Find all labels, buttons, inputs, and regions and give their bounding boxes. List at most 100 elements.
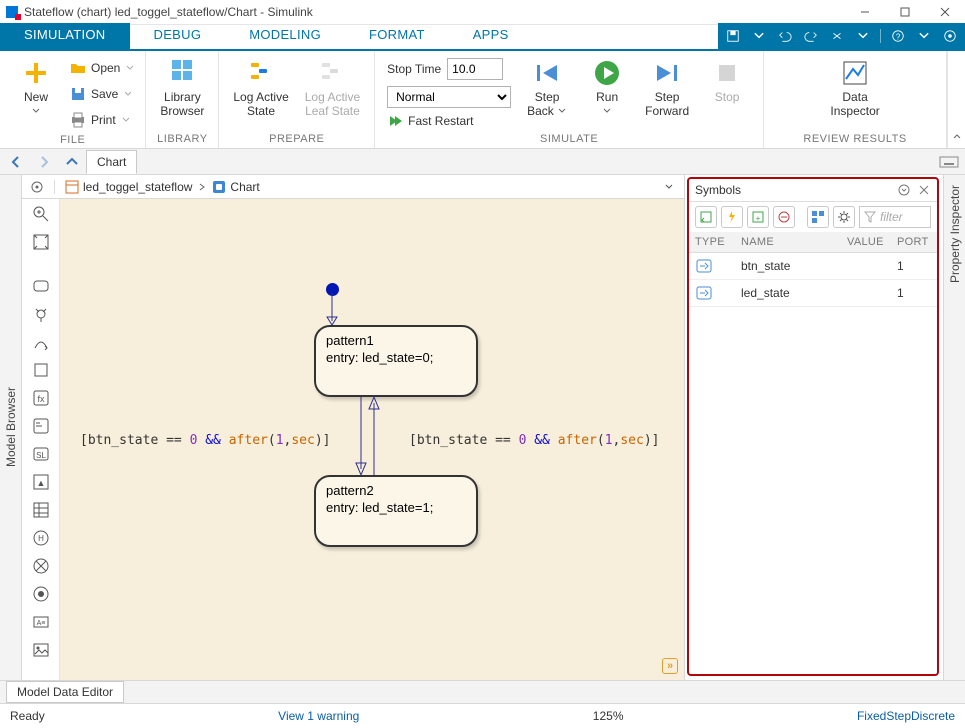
palette-zoom-icon[interactable] bbox=[32, 205, 50, 223]
panel-options-icon[interactable] bbox=[897, 183, 911, 197]
tab-debug[interactable]: DEBUG bbox=[130, 23, 226, 49]
status-solver[interactable]: FixedStepDiscrete bbox=[857, 709, 955, 723]
transition-up[interactable] bbox=[368, 397, 380, 477]
library-browser-button[interactable]: LibraryBrowser bbox=[152, 55, 212, 118]
log-active-state-button[interactable]: Log ActiveState bbox=[225, 55, 296, 118]
breadcrumb-sep-icon bbox=[198, 180, 206, 194]
palette-image-icon[interactable] bbox=[32, 641, 50, 659]
undo-icon[interactable] bbox=[776, 27, 794, 45]
breadcrumb-target-icon[interactable] bbox=[26, 177, 48, 197]
breadcrumb-chart[interactable]: Chart bbox=[208, 178, 263, 196]
tab-format[interactable]: FORMAT bbox=[345, 23, 449, 49]
symbols-event-icon[interactable] bbox=[721, 206, 743, 228]
breadcrumb-caret[interactable] bbox=[658, 177, 680, 197]
maximize-button[interactable] bbox=[885, 0, 925, 25]
help-caret[interactable] bbox=[915, 27, 933, 45]
symbols-data-icon[interactable]: + bbox=[747, 206, 769, 228]
tab-modeling[interactable]: MODELING bbox=[225, 23, 345, 49]
palette-simulink-fn-icon[interactable]: SL bbox=[32, 445, 50, 463]
ribbon-group-library: LibraryBrowser LIBRARY bbox=[146, 51, 219, 148]
qat-save-icon[interactable] bbox=[724, 27, 742, 45]
nav-up-button[interactable] bbox=[58, 151, 86, 173]
symbols-resolve-icon[interactable] bbox=[695, 206, 717, 228]
nav-back-button[interactable] bbox=[2, 151, 30, 173]
qat-target-icon[interactable] bbox=[941, 27, 959, 45]
palette-transition-icon[interactable] bbox=[32, 333, 50, 351]
qat-more-caret[interactable] bbox=[854, 27, 872, 45]
palette-connective-icon[interactable] bbox=[32, 557, 50, 575]
symbols-tree-icon[interactable] bbox=[807, 206, 829, 228]
step-back-button[interactable]: StepBack bbox=[517, 55, 577, 118]
open-button-label: Open bbox=[91, 61, 120, 75]
ribbon-collapse-button[interactable] bbox=[949, 128, 965, 148]
new-button[interactable]: New bbox=[6, 55, 66, 118]
state-pattern2[interactable]: pattern2 entry: led_state=1; bbox=[314, 475, 478, 547]
property-inspector-tab[interactable]: Property Inspector bbox=[943, 175, 965, 680]
data-inspector-button[interactable]: DataInspector bbox=[822, 55, 887, 118]
stop-time-label: Stop Time bbox=[387, 62, 441, 76]
symbols-settings-icon[interactable] bbox=[833, 206, 855, 228]
print-button[interactable]: Print bbox=[66, 109, 139, 131]
palette-state-icon[interactable] bbox=[32, 277, 50, 295]
table-row[interactable]: led_state 1 bbox=[689, 280, 937, 307]
svg-text:fx: fx bbox=[37, 394, 45, 404]
row1-port: 1 bbox=[891, 280, 937, 307]
model-data-editor-label: Model Data Editor bbox=[17, 685, 113, 699]
keyboard-icon[interactable] bbox=[935, 151, 963, 173]
step-forward-button[interactable]: StepForward bbox=[637, 55, 697, 118]
transition-guard-left[interactable]: [btn_state == 0 && after(1,sec)] bbox=[80, 433, 330, 448]
transition-guard-right[interactable]: [btn_state == 0 && after(1,sec)] bbox=[409, 433, 659, 448]
redo-icon[interactable] bbox=[802, 27, 820, 45]
symbols-delete-icon[interactable] bbox=[773, 206, 795, 228]
state-pattern1[interactable]: pattern1 entry: led_state=0; bbox=[314, 325, 478, 397]
save-button[interactable]: Save bbox=[66, 83, 139, 105]
palette-annotation-icon[interactable]: A≡ bbox=[32, 613, 50, 631]
col-port[interactable]: PORT bbox=[891, 232, 937, 253]
state-pattern2-name: pattern2 bbox=[326, 483, 466, 498]
open-button[interactable]: Open bbox=[66, 57, 139, 79]
canvas-corner-button[interactable]: » bbox=[662, 658, 678, 674]
col-type[interactable]: TYPE bbox=[689, 232, 735, 253]
tool-palette: fx SL ▲ H A≡ bbox=[22, 199, 60, 680]
status-warning-link[interactable]: View 1 warning bbox=[278, 709, 359, 723]
tab-simulation[interactable]: SIMULATION bbox=[0, 23, 130, 49]
model-data-editor-tab[interactable]: Model Data Editor bbox=[6, 681, 124, 703]
canvas-wrap: fx SL ▲ H A≡ pattern1 entr bbox=[22, 199, 684, 680]
svg-text:A≡: A≡ bbox=[36, 620, 45, 627]
qat-more-icon[interactable] bbox=[828, 27, 846, 45]
state-pattern1-entry: entry: led_state=0; bbox=[326, 350, 466, 365]
palette-truth-table-icon[interactable]: ▲ bbox=[32, 473, 50, 491]
col-name[interactable]: NAME bbox=[735, 232, 841, 253]
qat-save-caret[interactable] bbox=[750, 27, 768, 45]
tab-apps[interactable]: APPS bbox=[449, 23, 533, 49]
palette-fit-icon[interactable] bbox=[32, 233, 50, 251]
table-row[interactable]: btn_state 1 bbox=[689, 253, 937, 280]
close-button[interactable] bbox=[925, 0, 965, 25]
status-bar: Ready View 1 warning 125% FixedStepDiscr… bbox=[0, 704, 965, 728]
model-browser-tab[interactable]: Model Browser bbox=[0, 175, 22, 680]
status-zoom[interactable]: 125% bbox=[593, 709, 624, 723]
transition-down[interactable] bbox=[355, 397, 367, 477]
palette-junction-icon[interactable] bbox=[32, 305, 50, 323]
palette-box-icon[interactable] bbox=[32, 361, 50, 379]
symbols-filter-input[interactable]: filter bbox=[859, 206, 931, 228]
palette-default-icon[interactable] bbox=[32, 585, 50, 603]
palette-table-icon[interactable] bbox=[32, 501, 50, 519]
run-button[interactable]: Run bbox=[577, 55, 637, 118]
palette-graphical-fn-icon[interactable] bbox=[32, 417, 50, 435]
simulation-mode-select[interactable]: Normal bbox=[387, 86, 511, 108]
fast-restart-row[interactable]: Fast Restart bbox=[381, 113, 517, 129]
nav-tab-chart[interactable]: Chart bbox=[86, 150, 137, 174]
symbols-header: Symbols bbox=[689, 179, 937, 202]
palette-history-icon[interactable]: H bbox=[32, 529, 50, 547]
palette-function-icon[interactable]: fx bbox=[32, 389, 50, 407]
breadcrumb-root[interactable]: led_toggel_stateflow bbox=[61, 178, 196, 196]
stop-time-input[interactable] bbox=[447, 58, 503, 80]
step-fwd-label-b: Forward bbox=[645, 104, 689, 118]
col-value[interactable]: VALUE bbox=[841, 232, 891, 253]
help-icon[interactable]: ? bbox=[889, 27, 907, 45]
panel-close-icon[interactable] bbox=[917, 183, 931, 197]
minimize-button[interactable] bbox=[845, 0, 885, 25]
stateflow-canvas[interactable]: pattern1 entry: led_state=0; pattern2 en… bbox=[60, 199, 684, 680]
nav-forward-button[interactable] bbox=[30, 151, 58, 173]
